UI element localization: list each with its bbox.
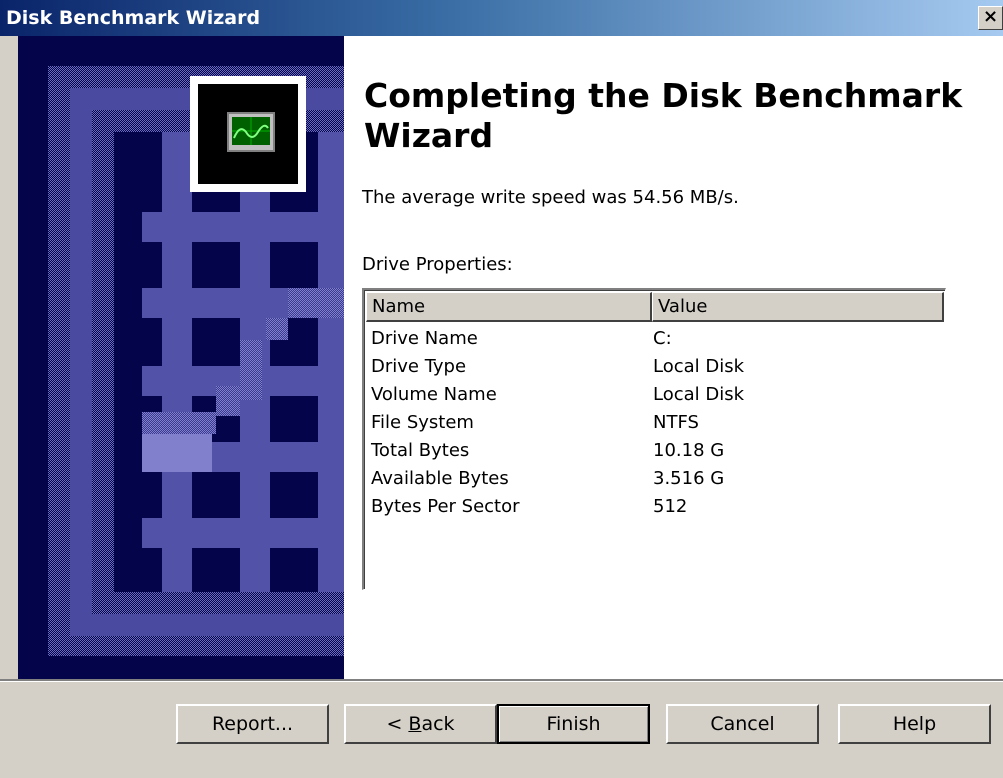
list-row[interactable]: Drive Name C: xyxy=(364,326,942,354)
close-button[interactable]: × xyxy=(978,6,1003,30)
row-value: Local Disk xyxy=(653,356,745,377)
back-button[interactable]: < Back xyxy=(344,704,497,744)
list-row[interactable]: Bytes Per Sector 512 xyxy=(364,494,942,522)
list-row[interactable]: Volume Name Local Disk xyxy=(364,382,942,410)
drive-properties-label: Drive Properties: xyxy=(362,254,513,275)
finish-button-label: Finish xyxy=(546,713,601,735)
close-icon: × xyxy=(982,6,999,27)
row-value: 512 xyxy=(653,496,688,517)
wizard-content: Completing the Disk Benchmark Wizard The… xyxy=(344,36,1003,679)
row-value: NTFS xyxy=(653,412,699,433)
wizard-side-banner xyxy=(18,36,344,679)
title-bar[interactable]: Disk Benchmark Wizard × xyxy=(0,0,1003,36)
banner-graphic xyxy=(18,36,344,679)
row-value: 3.516 G xyxy=(653,468,725,489)
row-name: Drive Type xyxy=(371,356,467,377)
row-name: File System xyxy=(371,412,474,433)
back-button-prefix: < xyxy=(386,713,409,735)
row-name: Drive Name xyxy=(371,328,478,349)
column-header-name[interactable]: Name xyxy=(366,292,652,322)
benchmark-monitor-icon xyxy=(227,112,275,152)
row-value: C: xyxy=(653,328,672,349)
list-header: Name Value xyxy=(366,292,944,322)
row-name: Volume Name xyxy=(371,384,497,405)
wizard-window: Disk Benchmark Wizard × Completing the D… xyxy=(0,0,1003,778)
row-name: Total Bytes xyxy=(371,440,470,461)
list-row[interactable]: Total Bytes 10.18 G xyxy=(364,438,942,466)
button-bar-separator xyxy=(0,679,1003,682)
report-button-label: Report... xyxy=(211,713,294,735)
column-header-value[interactable]: Value xyxy=(652,292,944,322)
page-title: Completing the Disk Benchmark Wizard xyxy=(364,76,963,155)
window-title: Disk Benchmark Wizard xyxy=(6,7,261,29)
list-rows: Drive Name C: Drive Type Local Disk Volu… xyxy=(364,326,942,522)
cancel-button-label: Cancel xyxy=(710,713,775,735)
list-row[interactable]: Available Bytes 3.516 G xyxy=(364,466,942,494)
row-value: 10.18 G xyxy=(653,440,725,461)
list-row[interactable]: Drive Type Local Disk xyxy=(364,354,942,382)
row-name: Bytes Per Sector xyxy=(371,496,520,517)
drive-properties-list[interactable]: Name Value Drive Name C: Drive Type Loca… xyxy=(362,288,946,590)
list-row[interactable]: File System NTFS xyxy=(364,410,942,438)
back-button-accelerator: B xyxy=(408,713,422,735)
help-button-label: Help xyxy=(892,713,937,735)
finish-button[interactable]: Finish xyxy=(497,704,650,744)
report-button[interactable]: Report... xyxy=(176,704,329,744)
row-value: Local Disk xyxy=(653,384,745,405)
row-name: Available Bytes xyxy=(371,468,509,489)
result-message: The average write speed was 54.56 MB/s. xyxy=(362,187,739,208)
back-button-rest: ack xyxy=(421,713,455,735)
cancel-button[interactable]: Cancel xyxy=(666,704,819,744)
help-button[interactable]: Help xyxy=(838,704,991,744)
